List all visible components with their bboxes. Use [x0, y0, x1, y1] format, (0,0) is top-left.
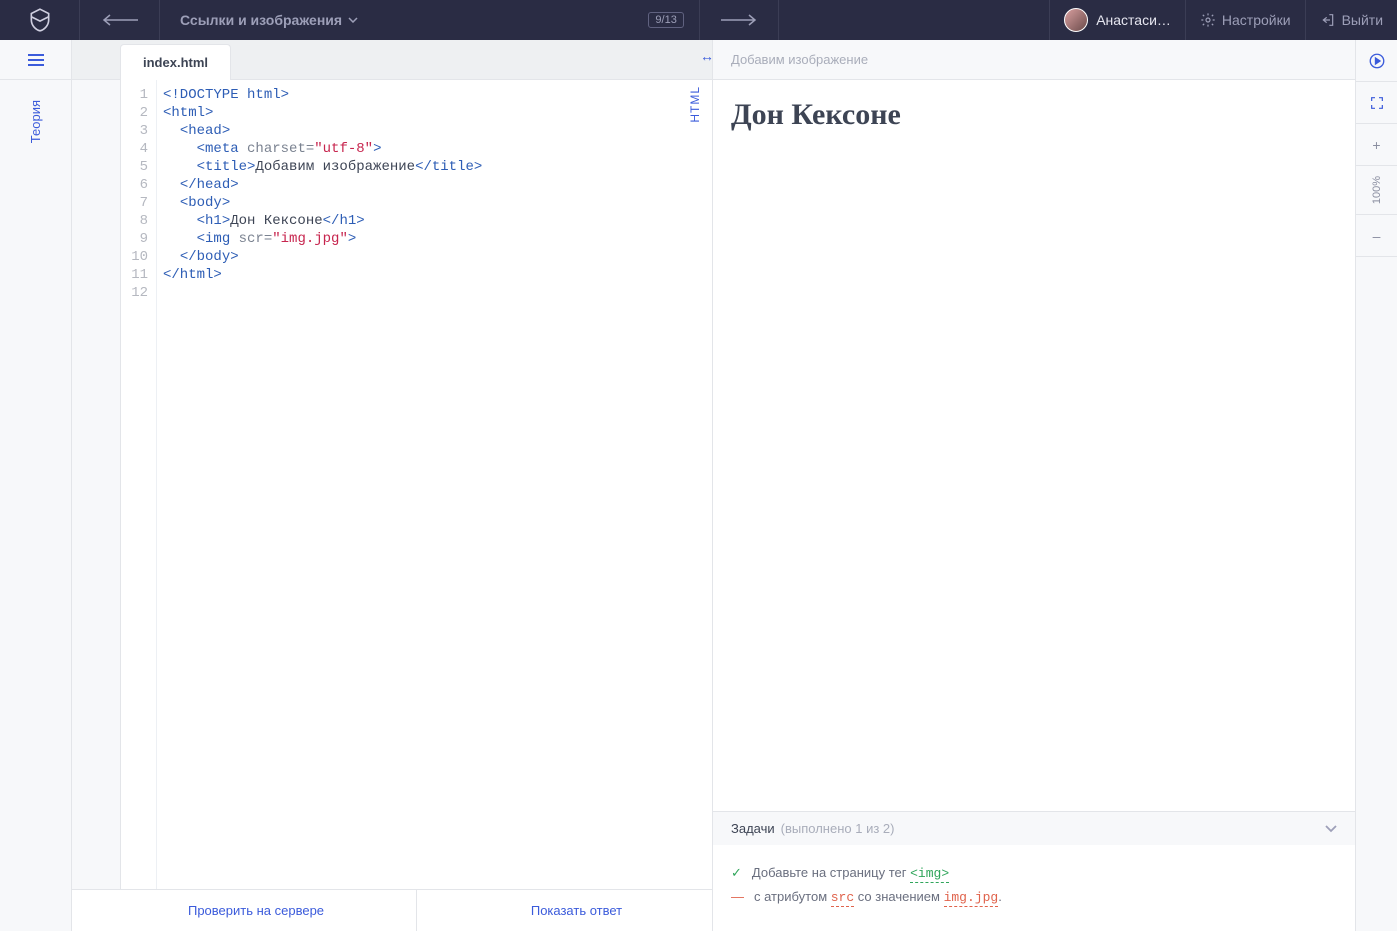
editor-footer: Проверить на сервере Показать ответ	[72, 889, 712, 931]
tasks-count: (выполнено 1 из 2)	[781, 821, 895, 836]
editor-panel: index.html 123456789101112 <!DOCTYPE htm…	[72, 40, 712, 931]
preview-viewport: Дон Кексоне	[713, 80, 1355, 811]
shield-icon	[27, 7, 53, 33]
user-name-label: Анастаси…	[1096, 12, 1171, 28]
run-button[interactable]	[1356, 40, 1397, 82]
code-content[interactable]: <!DOCTYPE html><html> <head> <meta chars…	[157, 80, 712, 889]
tab-index-html[interactable]: index.html	[120, 44, 231, 80]
task-list: ✓Добавьте на страницу тег <img> —с атрибу…	[713, 845, 1355, 931]
logout-label: Выйти	[1342, 12, 1383, 28]
fullscreen-icon	[1369, 95, 1385, 111]
preview-panel: Добавим изображение Дон Кексоне Задачи (…	[712, 40, 1397, 931]
code-editor[interactable]: 123456789101112 <!DOCTYPE html><html> <h…	[120, 80, 712, 889]
header-bar: Ссылки и изображения 9/13 Анастаси… Наст…	[0, 0, 1397, 40]
next-lesson-button[interactable]	[699, 0, 779, 40]
lesson-title-text: Ссылки и изображения	[180, 12, 342, 28]
tasks-collapse-button[interactable]	[1325, 825, 1337, 833]
chevron-down-icon	[348, 17, 358, 23]
theory-toggle-button[interactable]	[0, 40, 71, 80]
task-item: ✓Добавьте на страницу тег <img>	[731, 865, 1337, 881]
gear-icon	[1200, 12, 1216, 28]
logout-button[interactable]: Выйти	[1305, 0, 1397, 40]
zoom-level-text: 100%	[1371, 166, 1383, 214]
arrow-left-icon	[100, 13, 140, 27]
avatar	[1064, 8, 1088, 32]
preview-toolstrip: + 100% –	[1355, 40, 1397, 931]
show-answer-button[interactable]: Показать ответ	[416, 890, 736, 931]
play-circle-icon	[1368, 52, 1386, 70]
task-item: —с атрибутом src со значением img.jpg.	[731, 889, 1337, 905]
settings-button[interactable]: Настройки	[1185, 0, 1305, 40]
editor-tabs: index.html	[120, 40, 231, 80]
logout-icon	[1320, 12, 1336, 28]
arrow-right-icon	[719, 13, 759, 27]
preview-title-text: Добавим изображение	[731, 52, 868, 67]
lesson-progress-badge: 9/13	[648, 12, 683, 28]
zoom-out-button[interactable]: –	[1356, 215, 1397, 257]
prev-lesson-button[interactable]	[80, 0, 160, 40]
preview-title-bar: Добавим изображение	[713, 40, 1355, 80]
tasks-label: Задачи	[731, 821, 775, 836]
tasks-header[interactable]: Задачи (выполнено 1 из 2)	[713, 811, 1355, 845]
user-menu[interactable]: Анастаси…	[1049, 0, 1185, 40]
settings-label: Настройки	[1222, 12, 1291, 28]
lesson-title-dropdown[interactable]: Ссылки и изображения	[160, 0, 378, 40]
app-logo[interactable]	[0, 0, 80, 40]
fullscreen-button[interactable]	[1356, 82, 1397, 124]
zoom-in-button[interactable]: +	[1356, 124, 1397, 166]
theory-sidebar: Теория	[0, 40, 72, 931]
resize-handle-icon[interactable]: ↔	[700, 48, 714, 64]
check-button[interactable]: Проверить на сервере	[96, 890, 416, 931]
theory-label[interactable]: Теория	[28, 100, 43, 143]
line-gutter: 123456789101112	[121, 80, 157, 889]
editor-lang-label: HTML	[688, 86, 702, 123]
chevron-down-icon	[1325, 825, 1337, 833]
menu-icon	[27, 53, 45, 67]
preview-heading: Дон Кексоне	[731, 98, 1337, 132]
zoom-level: 100%	[1356, 166, 1397, 215]
